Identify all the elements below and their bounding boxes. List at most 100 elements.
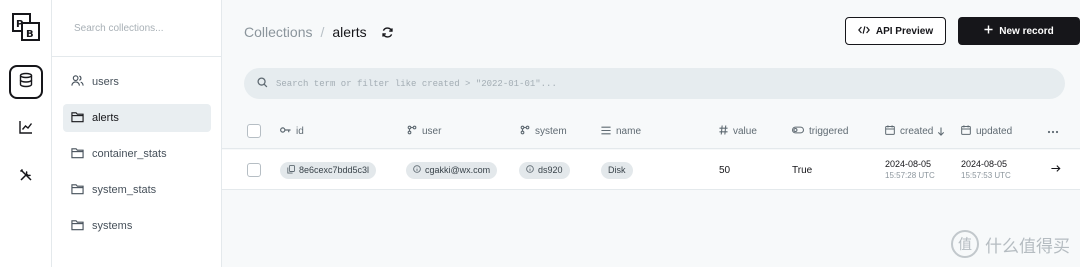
calendar-icon	[961, 125, 976, 138]
column-label: created	[900, 126, 934, 137]
column-header-triggered[interactable]: triggered	[792, 114, 848, 149]
folder-icon	[71, 111, 92, 126]
updated-date: 2024-08-05	[961, 159, 1008, 169]
svg-text:B: B	[26, 29, 34, 40]
column-header-user[interactable]: user	[407, 114, 441, 149]
folder-icon	[71, 147, 92, 162]
sidebar-item-alerts[interactable]: alerts	[63, 104, 211, 132]
column-header-id[interactable]: id	[280, 114, 304, 149]
nav-rail: P B	[0, 0, 52, 267]
search-icon	[257, 75, 268, 93]
cell-user: cgakki@wx.com	[406, 150, 498, 190]
arrow-right-icon	[1051, 164, 1061, 176]
breadcrumb: Collections / alerts	[244, 22, 394, 42]
sidebar-item-label: system_stats	[92, 184, 157, 196]
column-header-name[interactable]: name	[601, 114, 641, 149]
info-icon	[526, 165, 538, 175]
user-email: cgakki@wx.com	[425, 165, 491, 175]
column-header-system[interactable]: system	[520, 114, 567, 149]
user-relation-pill[interactable]: cgakki@wx.com	[406, 161, 498, 179]
row-select-checkbox[interactable]	[247, 163, 261, 177]
sidebar-item-label: alerts	[92, 112, 119, 124]
name-pill: Disk	[601, 161, 633, 179]
relation-icon	[520, 125, 535, 138]
column-label: name	[616, 126, 642, 137]
select-all-checkbox[interactable]	[247, 124, 261, 138]
hash-icon	[719, 125, 733, 138]
cell-triggered: True	[792, 164, 813, 176]
open-record-button[interactable]	[1051, 150, 1061, 190]
relation-icon	[407, 125, 422, 138]
folder-icon	[71, 183, 92, 198]
system-relation-pill[interactable]: ds920	[519, 161, 570, 179]
pocketbase-logo[interactable]: P B	[11, 12, 41, 42]
api-preview-label: API Preview	[875, 25, 934, 37]
filter-bar	[244, 68, 1065, 99]
breadcrumb-collections[interactable]: Collections	[244, 24, 312, 40]
sidebar-item-label: container_stats	[92, 148, 167, 160]
users-icon	[71, 74, 92, 90]
column-label: user	[422, 126, 442, 137]
watermark: 值 什么值得买	[951, 230, 1070, 258]
sidebar-item-users[interactable]: users	[63, 68, 211, 96]
more-horizontal-icon	[1047, 126, 1064, 137]
table-header: id user system name value triggered crea…	[222, 114, 1080, 149]
sidebar-item-systems[interactable]: systems	[63, 212, 211, 240]
refresh-icon[interactable]	[381, 26, 394, 39]
copy-icon	[287, 164, 299, 176]
folder-icon	[71, 219, 92, 234]
settings-nav-button[interactable]	[9, 160, 43, 194]
sidebar-item-system-stats[interactable]: system_stats	[63, 176, 211, 204]
filter-input[interactable]	[276, 78, 1036, 89]
column-label: updated	[976, 126, 1013, 137]
collections-search-input[interactable]	[74, 22, 200, 34]
created-date: 2024-08-05	[885, 159, 932, 169]
cell-updated: 2024-08-05 15:57:53 UTC	[961, 150, 1011, 190]
new-record-label: New record	[999, 25, 1054, 37]
updated-time: 15:57:53 UTC	[961, 171, 1011, 180]
cell-system: ds920	[519, 150, 570, 190]
cell-value: 50	[719, 164, 731, 176]
collections-nav-button[interactable]	[9, 65, 43, 99]
main-panel: Collections / alerts API Preview New rec…	[222, 0, 1080, 267]
id-pill[interactable]: 8e6cexc7bdd5c3l	[280, 161, 377, 179]
toggle-icon	[792, 126, 809, 137]
collections-search	[52, 0, 222, 57]
app-window: P B Search collections... users alerts c…	[0, 0, 1080, 267]
api-preview-button[interactable]: API Preview	[845, 17, 946, 45]
cell-id: 8e6cexc7bdd5c3l	[280, 150, 377, 190]
sort-desc-icon	[937, 127, 950, 136]
column-label: id	[296, 126, 304, 137]
new-record-button[interactable]: New record	[958, 17, 1080, 45]
column-label: system	[535, 126, 567, 137]
breadcrumb-separator: /	[320, 24, 325, 40]
column-header-created[interactable]: created	[885, 114, 950, 149]
line-chart-icon	[18, 119, 34, 140]
info-icon	[413, 165, 425, 175]
database-icon	[18, 72, 34, 93]
table-row[interactable]: 8e6cexc7bdd5c3l cgakki@wx.com ds920 Disk…	[222, 150, 1080, 190]
sidebar-item-label: systems	[92, 220, 133, 232]
watermark-text: 什么值得买	[985, 236, 1070, 257]
column-label: triggered	[809, 126, 849, 137]
sidebar-item-container-stats[interactable]: container_stats	[63, 140, 211, 168]
columns-menu-button[interactable]	[1047, 114, 1064, 149]
collections-sidebar: users alerts container_stats	[52, 0, 222, 267]
list-icon	[601, 126, 616, 138]
key-icon	[280, 126, 296, 137]
sidebar-item-label: users	[92, 76, 119, 88]
tools-icon	[18, 167, 34, 188]
page-title: alerts	[332, 24, 367, 40]
record-id: 8e6cexc7bdd5c3l	[299, 165, 370, 175]
logs-nav-button[interactable]	[9, 112, 43, 146]
plus-icon	[984, 25, 999, 37]
column-label: value	[733, 126, 757, 137]
column-header-updated[interactable]: updated	[961, 114, 1012, 149]
code-icon	[857, 25, 876, 38]
cell-created: 2024-08-05 15:57:28 UTC	[885, 150, 935, 190]
system-name: ds920	[538, 165, 563, 175]
created-time: 15:57:28 UTC	[885, 171, 935, 180]
column-header-value[interactable]: value	[719, 114, 757, 149]
watermark-badge: 值	[951, 230, 979, 258]
calendar-icon	[885, 125, 900, 138]
